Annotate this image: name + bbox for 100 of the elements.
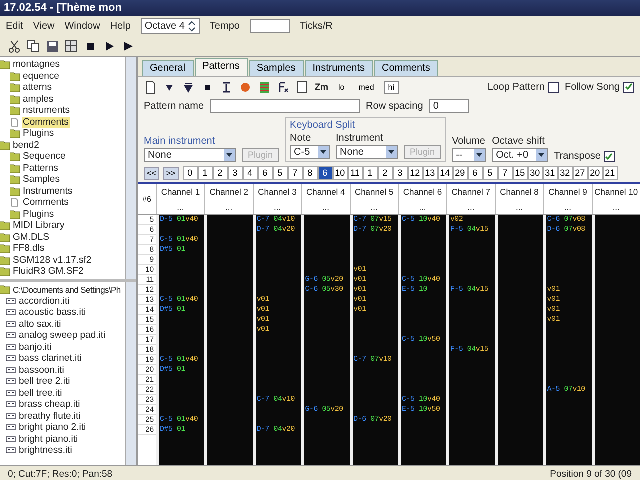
order-item[interactable]: 6 [258, 166, 273, 180]
order-item[interactable]: 10 [332, 166, 348, 180]
play-icon[interactable] [122, 40, 135, 52]
scrollbar[interactable] [125, 282, 136, 465]
channel-header[interactable]: Channel 8 [500, 186, 539, 196]
menu-item[interactable]: Window [64, 20, 100, 32]
down-arrow-icon[interactable] [182, 80, 195, 94]
order-item[interactable]: 7 [498, 166, 513, 180]
menu-item[interactable]: Edit [6, 20, 24, 32]
file-item[interactable]: bass clarinet.iti [18, 353, 83, 364]
tree-item[interactable]: Sequence [22, 151, 67, 162]
tree-item[interactable]: MIDI Library [12, 220, 66, 232]
record-icon[interactable] [239, 80, 252, 94]
menu-item[interactable]: View [33, 20, 55, 32]
volume-dropdown[interactable]: -- [452, 148, 486, 162]
new-pattern-icon[interactable] [144, 80, 157, 94]
checkbox[interactable] [548, 82, 559, 92]
order-item[interactable]: 32 [558, 166, 573, 180]
instrument-dropdown[interactable]: None [144, 148, 236, 162]
file-item[interactable]: bright piano.iti [18, 434, 80, 445]
order-item[interactable]: 7 [288, 166, 303, 180]
order-item[interactable]: 3 [392, 166, 408, 180]
channel-header[interactable]: Channel 10 [594, 186, 638, 196]
order-item[interactable]: 13 [422, 166, 438, 180]
octave-spinner[interactable]: Octave 4 [140, 18, 200, 34]
file-item[interactable]: brass cheap.iti [18, 399, 82, 410]
checkbox[interactable] [623, 82, 634, 92]
file-item[interactable]: analog sweep pad.iti [18, 330, 107, 342]
tab[interactable]: Comments [374, 60, 438, 76]
channel-header[interactable]: Channel 1 [161, 186, 200, 196]
tree-item[interactable]: montagnes [12, 59, 62, 70]
tab[interactable]: Instruments [304, 60, 373, 76]
file-item[interactable]: bell tree.iti [18, 388, 64, 399]
tempo-field[interactable] [250, 19, 290, 33]
channel-header[interactable]: Channel 3 [258, 186, 297, 196]
order-nav-button[interactable]: >> [163, 166, 179, 180]
file-item[interactable]: brightness.iti [18, 445, 74, 456]
file-item[interactable]: breathy flute.iti [18, 410, 82, 422]
order-nav-button[interactable]: << [144, 166, 160, 180]
order-item[interactable]: 31 [542, 166, 558, 180]
tree-item[interactable]: equence [22, 70, 60, 82]
order-item[interactable]: 5 [272, 166, 288, 180]
quality-button[interactable]: med [354, 80, 378, 94]
tree-item[interactable]: FF8.dls [12, 243, 46, 254]
tree-item[interactable]: Comments [22, 197, 70, 208]
order-item[interactable]: 14 [438, 166, 453, 180]
channel-header[interactable]: Channel 4 [306, 186, 346, 196]
order-item[interactable]: 11 [348, 166, 363, 180]
order-item[interactable]: 29 [452, 166, 468, 180]
octave-shift-dropdown[interactable]: Oct. +0 [492, 148, 548, 162]
tab[interactable]: General [142, 60, 194, 76]
order-item[interactable]: 0 [182, 166, 198, 180]
tree-item[interactable]: bend2 [12, 140, 40, 151]
copy-icon[interactable] [27, 40, 40, 52]
tree-item[interactable]: Plugins [22, 128, 56, 140]
tree-item[interactable]: amples [22, 94, 55, 105]
quality-button[interactable]: hi [384, 80, 399, 94]
order-item[interactable]: 3 [228, 166, 243, 180]
file-item[interactable]: alto sax.iti [18, 318, 62, 330]
tree-item[interactable]: Comments [22, 116, 70, 128]
file-item[interactable]: bell tree 2.iti [18, 376, 72, 388]
order-item[interactable]: 27 [572, 166, 588, 180]
panel-icon[interactable] [296, 80, 309, 94]
order-item[interactable]: 1 [198, 166, 213, 180]
meter-icon[interactable] [258, 80, 271, 94]
instrument-dropdown[interactable]: None [336, 145, 398, 159]
order-item[interactable]: 4 [242, 166, 258, 180]
order-item[interactable]: 8 [302, 166, 318, 180]
scrollbar[interactable] [125, 57, 136, 279]
tree-item[interactable]: SGM128 v1.17.sf2 [12, 254, 93, 266]
file-item[interactable]: bassoon.iti [18, 364, 66, 376]
effects-icon[interactable] [277, 80, 290, 94]
tree-item[interactable]: nstruments [22, 105, 71, 116]
file-item[interactable]: acoustic bass.iti [18, 307, 88, 318]
save-icon[interactable] [46, 40, 59, 52]
quality-button[interactable]: lo [334, 80, 349, 94]
note-dropdown[interactable]: C-5 [290, 145, 330, 159]
row-spacing-field[interactable]: 0 [429, 99, 470, 113]
order-item[interactable]: 12 [408, 166, 423, 180]
channel-header[interactable]: Channel 5 [354, 186, 394, 196]
channel-header[interactable]: Channel 6 [403, 186, 442, 196]
order-item[interactable]: 5 [482, 166, 498, 180]
step-icon[interactable] [220, 80, 233, 94]
tab[interactable]: Samples [248, 60, 304, 76]
tree-item[interactable]: GM.DLS [12, 232, 50, 243]
tab[interactable]: Patterns [194, 58, 248, 76]
tree-item[interactable]: Plugins [22, 208, 56, 220]
play-icon[interactable] [103, 40, 116, 52]
order-item[interactable]: 30 [528, 166, 543, 180]
file-item[interactable]: banjo.iti [18, 342, 53, 353]
cut-icon[interactable] [8, 40, 21, 52]
channel-header[interactable]: Channel 7 [452, 186, 491, 196]
grid-icon[interactable] [65, 40, 78, 52]
tree-item[interactable]: atterns [22, 82, 54, 94]
order-item[interactable]: 1 [362, 166, 378, 180]
order-item[interactable]: 6 [468, 166, 483, 180]
order-item[interactable]: 6 [318, 166, 333, 180]
pattern-name-field[interactable] [210, 99, 360, 113]
tree-item[interactable]: Patterns [22, 162, 60, 174]
tree-item[interactable]: Instruments [22, 186, 74, 197]
